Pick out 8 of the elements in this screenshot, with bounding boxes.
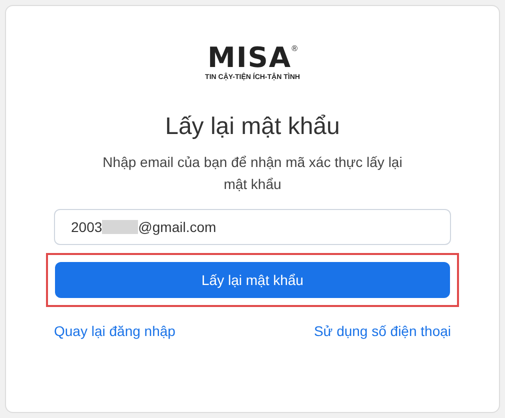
submit-button[interactable]: Lấy lại mật khẩu [55,262,450,298]
logo-wordmark: MISA [207,44,292,72]
text-link[interactable]: Quay lại đăng nhập [54,323,176,339]
text-link[interactable]: Sử dụng số điện thoại [314,323,451,339]
registered-mark: ® [292,44,298,53]
email-field[interactable]: 2003 @gmail.com [54,209,451,245]
page-title: Lấy lại mật khẩu [165,113,340,141]
instruction-text: Nhập email của bạn để nhận mã xác thực lấy lại mật khẩu [102,153,402,194]
